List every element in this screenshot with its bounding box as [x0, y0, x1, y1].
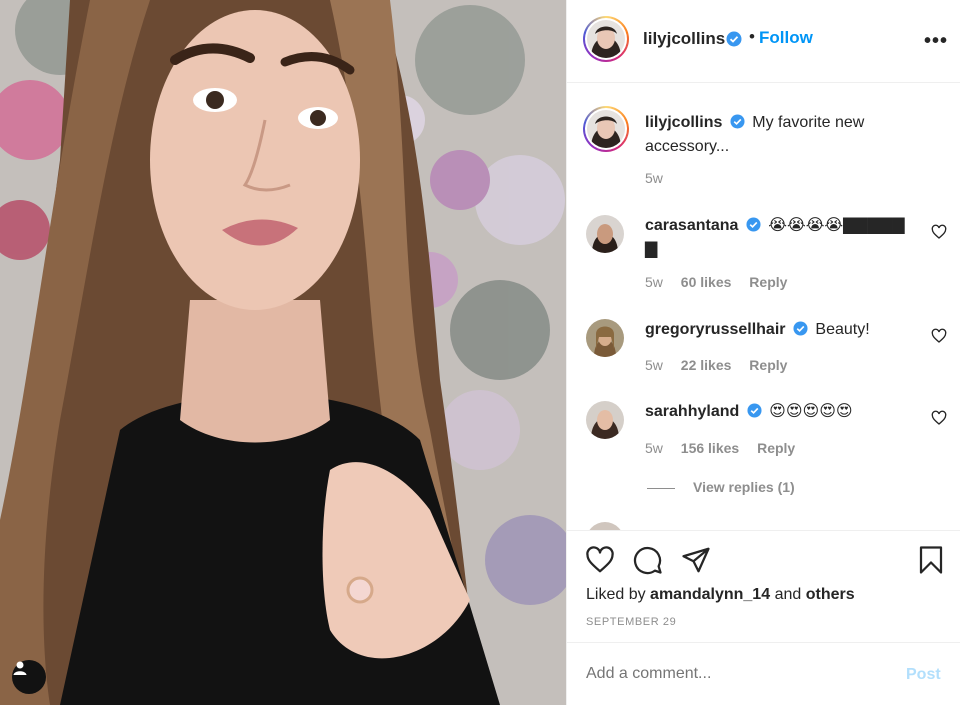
comment-likes[interactable]: 60 likes	[681, 274, 732, 290]
comments-list[interactable]: lilyjcollins My favorite new accessory..…	[567, 84, 960, 530]
post-actions: Liked by amandalynn_14 and others SEPTEM…	[567, 530, 960, 640]
verified-badge-icon	[730, 114, 745, 136]
post-photo[interactable]	[0, 0, 566, 705]
comment-text: 😍😍😍😍😍	[769, 403, 853, 420]
caption-text-block: lilyjcollins My favorite new accessory..…	[645, 112, 935, 158]
caption-time: 5w	[645, 170, 663, 186]
verified-badge-icon	[793, 321, 808, 343]
reply-button[interactable]: Reply	[749, 274, 787, 290]
share-icon[interactable]	[681, 545, 711, 575]
commenter-username[interactable]: carasantana	[645, 217, 738, 234]
user-icon	[13, 661, 27, 675]
post-side-panel: lilyjcollins • Follow ••• lilyjcollins M…	[566, 0, 960, 705]
comment-text: Beauty!	[815, 321, 870, 338]
comment-likes[interactable]: 22 likes	[681, 357, 732, 373]
commenter-avatar[interactable]	[586, 401, 624, 439]
verified-badge-icon	[726, 31, 742, 52]
caption-username[interactable]: lilyjcollins	[645, 114, 722, 131]
divider-line	[647, 487, 675, 489]
comment-time: 5w	[645, 440, 663, 456]
add-comment-input[interactable]	[586, 665, 886, 683]
caption-avatar[interactable]	[583, 106, 629, 152]
verified-badge-icon	[746, 217, 761, 239]
author-username[interactable]: lilyjcollins	[643, 29, 725, 49]
reply-button[interactable]: Reply	[749, 357, 787, 373]
like-comment-heart-icon[interactable]	[931, 328, 947, 344]
commenter-username[interactable]: sarahhyland	[645, 403, 739, 420]
follow-button[interactable]: Follow	[759, 28, 813, 48]
commenter-avatar[interactable]	[586, 522, 624, 530]
reply-button[interactable]: Reply	[757, 440, 795, 456]
post-header: lilyjcollins • Follow •••	[567, 0, 960, 83]
view-replies-button[interactable]: View replies (1)	[647, 479, 795, 495]
post-comment-button[interactable]: Post	[906, 666, 941, 684]
add-comment-bar: Post	[567, 642, 960, 705]
liked-by-text: Liked by amandalynn_14 and others	[586, 586, 855, 603]
author-avatar-image	[587, 20, 625, 58]
bookmark-icon[interactable]	[917, 545, 945, 575]
commenter-username[interactable]: gregoryrussellhair	[645, 321, 786, 338]
like-comment-heart-icon[interactable]	[931, 224, 947, 240]
commenter-avatar[interactable]	[586, 319, 624, 357]
verified-badge-icon	[747, 403, 762, 425]
liked-by-others[interactable]: others	[806, 586, 855, 603]
heart-icon[interactable]	[585, 545, 615, 575]
liked-by-user[interactable]: amandalynn_14	[650, 586, 770, 603]
post-date[interactable]: SEPTEMBER 29	[586, 616, 676, 628]
separator-dot: •	[749, 27, 755, 46]
more-options-icon[interactable]: •••	[924, 30, 948, 53]
comment-icon[interactable]	[633, 545, 663, 575]
commenter-avatar[interactable]	[586, 215, 624, 253]
tagged-user-button[interactable]	[12, 660, 46, 694]
comment-time: 5w	[645, 274, 663, 290]
comment-time: 5w	[645, 357, 663, 373]
like-comment-heart-icon[interactable]	[931, 410, 947, 426]
photo-illustration	[0, 0, 566, 705]
comment-likes[interactable]: 156 likes	[681, 440, 739, 456]
author-avatar[interactable]	[583, 16, 629, 62]
